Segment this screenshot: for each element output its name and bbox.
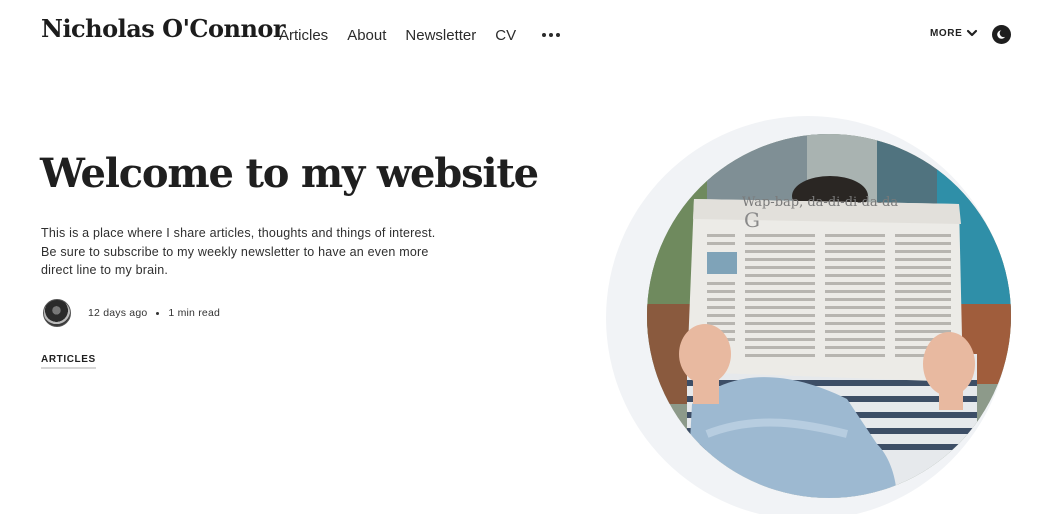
meta-separator <box>156 311 160 315</box>
hero-image-container: Wap-bap, da-di-di-da-da G <box>606 116 1011 514</box>
dark-mode-toggle[interactable] <box>992 25 1011 44</box>
nav-cv[interactable]: CV <box>495 27 516 44</box>
newspaper-reader-illustration: Wap-bap, da-di-di-da-da G <box>647 134 1011 498</box>
hero-image: Wap-bap, da-di-di-da-da G <box>647 134 1011 498</box>
chevron-down-icon <box>967 29 978 37</box>
nav-about[interactable]: About <box>347 27 386 44</box>
more-dots-icon[interactable] <box>542 26 561 44</box>
read-time: 1 min read <box>168 307 221 319</box>
hero-title: Welcome to my website <box>40 150 539 197</box>
hero-description: This is a place where I share articles, … <box>41 226 436 277</box>
moon-icon <box>997 29 1008 39</box>
post-meta: 12 days ago 1 min read <box>43 299 220 327</box>
nav-articles[interactable]: Articles <box>279 27 328 44</box>
author-avatar[interactable] <box>43 299 71 327</box>
site-header: Nicholas O'Connor Articles About Newslet… <box>0 0 1054 70</box>
newspaper-headline: Wap-bap, da-di-di-da-da <box>742 195 898 210</box>
post-date: 12 days ago <box>88 307 148 319</box>
more-menu-label: MORE <box>930 27 963 39</box>
primary-nav: Articles About Newsletter CV <box>279 26 561 44</box>
nav-newsletter[interactable]: Newsletter <box>405 27 476 44</box>
tag-articles[interactable]: ARTICLES <box>41 354 96 369</box>
more-menu-button[interactable]: MORE <box>930 27 978 39</box>
svg-text:G: G <box>744 208 760 232</box>
site-logo[interactable]: Nicholas O'Connor <box>41 14 286 43</box>
